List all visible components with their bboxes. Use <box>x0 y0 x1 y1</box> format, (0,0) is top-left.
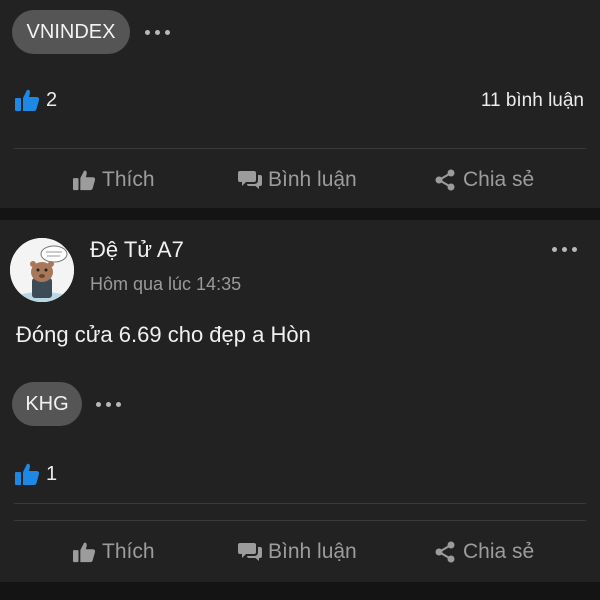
comment-count-link[interactable]: 11 bình luận <box>481 90 584 112</box>
comment-button-label: Bình luận <box>268 540 357 563</box>
comment-button-label: Bình luận <box>268 168 357 191</box>
like-summary[interactable]: 1 <box>14 462 57 486</box>
thumbs-up-icon <box>15 89 40 111</box>
like-summary[interactable]: 2 <box>14 88 57 112</box>
author-name[interactable]: Đệ Tử A7 <box>90 237 184 263</box>
post-separator <box>0 208 600 220</box>
divider <box>14 520 586 521</box>
like-button-label: Thích <box>102 540 155 563</box>
post-actions: Thích Bình luận Chia sẻ <box>0 160 600 200</box>
like-count: 1 <box>46 462 58 485</box>
comment-button[interactable]: Bình luận <box>238 532 357 572</box>
more-tags-dots-icon[interactable] <box>145 30 170 35</box>
avatar-illustration-icon <box>10 238 74 302</box>
share-icon <box>435 541 455 563</box>
post-content: Đóng cửa 6.69 cho đẹp a Hòn <box>16 322 311 347</box>
divider <box>14 148 586 149</box>
share-button-label: Chia sẻ <box>463 168 535 191</box>
stock-tag-vnindex[interactable]: VNINDEX <box>12 10 130 54</box>
post-actions: Thích Bình luận Chia sẻ <box>0 532 600 572</box>
avatar[interactable] <box>10 238 74 302</box>
comment-icon <box>238 543 262 561</box>
more-tags-dots-icon[interactable] <box>96 402 121 407</box>
thumbs-up-icon <box>15 463 40 485</box>
like-button-label: Thích <box>102 168 155 191</box>
like-button[interactable]: Thích <box>72 532 155 572</box>
share-button-label: Chia sẻ <box>463 540 535 563</box>
share-button[interactable]: Chia sẻ <box>433 160 534 200</box>
stock-tag-khg[interactable]: KHG <box>12 382 82 426</box>
like-button[interactable]: Thích <box>72 160 155 200</box>
comment-icon <box>238 171 262 189</box>
post-options-more-icon[interactable] <box>552 247 577 252</box>
share-icon <box>435 169 455 191</box>
comment-button[interactable]: Bình luận <box>238 160 357 200</box>
thumbs-up-icon <box>73 170 96 191</box>
thumbs-up-icon <box>73 542 96 563</box>
post-timestamp: Hôm qua lúc 14:35 <box>90 274 242 294</box>
share-button[interactable]: Chia sẻ <box>433 532 534 572</box>
post-card-1: VNINDEX 2 11 bình luận Thích Bình luận C… <box>0 0 600 208</box>
post-separator <box>0 582 600 600</box>
like-count: 2 <box>46 88 58 111</box>
divider <box>14 503 586 504</box>
